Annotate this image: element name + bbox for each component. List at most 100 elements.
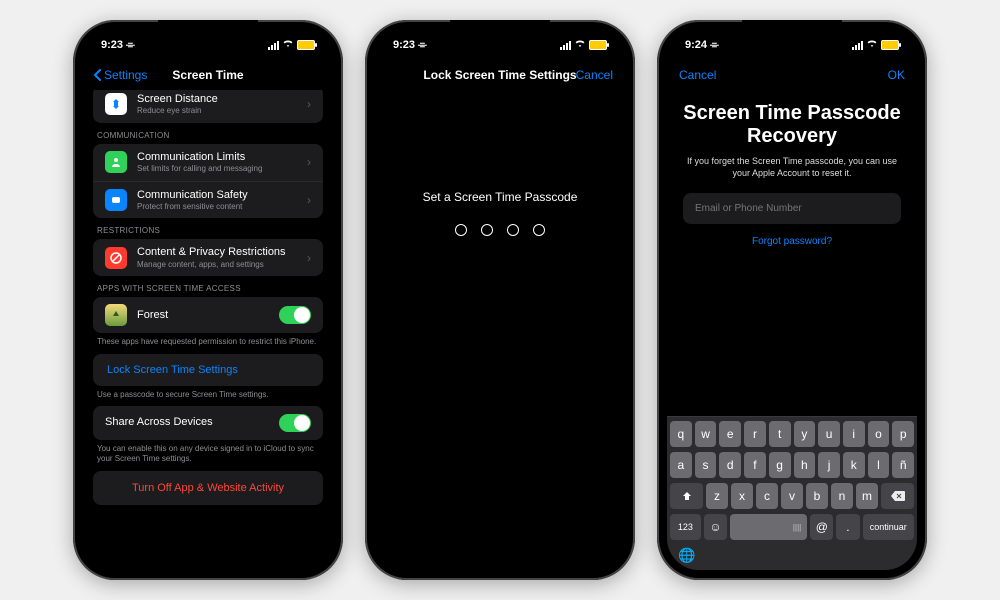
row-communication-safety[interactable]: Communication Safety Protect from sensit… xyxy=(93,182,323,219)
passcode-dot xyxy=(533,224,545,236)
toggle-forest[interactable] xyxy=(279,306,311,324)
footer-lock: Use a passcode to secure Screen Time set… xyxy=(83,386,333,406)
key-d[interactable]: d xyxy=(719,452,741,478)
key-b[interactable]: b xyxy=(806,483,828,509)
notch xyxy=(158,20,258,42)
globe-icon[interactable]: 🌐 xyxy=(678,547,695,564)
backspace-key[interactable] xyxy=(881,483,914,509)
key-a[interactable]: a xyxy=(670,452,692,478)
numbers-key[interactable]: 123 xyxy=(670,514,701,540)
at-key[interactable]: @ xyxy=(810,514,833,540)
passcode-dots xyxy=(455,224,545,236)
notch xyxy=(450,20,550,42)
phone-mockup-3: 9:24 ⌯ Cancel OK Screen Time Passcode Re… xyxy=(657,20,927,580)
key-r[interactable]: r xyxy=(744,421,766,447)
keyboard-row-4: 123 ☺ |||| @ . continuar xyxy=(670,514,914,540)
signal-icon xyxy=(852,41,863,50)
passcode-prompt: Set a Screen Time Passcode xyxy=(423,190,578,204)
section-header-apps-access: APPS WITH SCREEN TIME ACCESS xyxy=(83,276,333,297)
key-h[interactable]: h xyxy=(794,452,816,478)
key-f[interactable]: f xyxy=(744,452,766,478)
key-j[interactable]: j xyxy=(818,452,840,478)
footer-share: You can enable this on any device signed… xyxy=(83,440,333,471)
key-p[interactable]: p xyxy=(892,421,914,447)
wifi-icon xyxy=(282,39,294,51)
key-l[interactable]: l xyxy=(868,452,890,478)
row-content-privacy[interactable]: Content & Privacy Restrictions Manage co… xyxy=(93,239,323,276)
screen-recovery: 9:24 ⌯ Cancel OK Screen Time Passcode Re… xyxy=(667,30,917,570)
key-k[interactable]: k xyxy=(843,452,865,478)
recovery-heading: Screen Time Passcode Recovery xyxy=(683,102,901,148)
chevron-right-icon: › xyxy=(307,193,311,207)
key-i[interactable]: i xyxy=(843,421,865,447)
page-title: Lock Screen Time Settings xyxy=(423,68,576,82)
keyboard-row-1: qwertyuiop xyxy=(670,421,914,447)
status-time: 9:24 xyxy=(685,39,707,51)
row-share-across-devices[interactable]: Share Across Devices xyxy=(93,406,323,440)
key-v[interactable]: v xyxy=(781,483,803,509)
key-g[interactable]: g xyxy=(769,452,791,478)
footer-apps-access: These apps have requested permission to … xyxy=(83,333,333,353)
passcode-dot xyxy=(455,224,467,236)
ok-button[interactable]: OK xyxy=(888,68,905,82)
key-t[interactable]: t xyxy=(769,421,791,447)
emoji-key[interactable]: ☺ xyxy=(704,514,727,540)
return-key[interactable]: continuar xyxy=(863,514,914,540)
notch xyxy=(742,20,842,42)
key-x[interactable]: x xyxy=(731,483,753,509)
signal-icon xyxy=(268,41,279,50)
key-o[interactable]: o xyxy=(868,421,890,447)
alarm-icon: ⌯ xyxy=(710,39,719,52)
row-communication-limits[interactable]: Communication Limits Set limits for call… xyxy=(93,144,323,182)
screen-settings: 9:23 ⌯ Settings Screen Time xyxy=(83,30,333,570)
passcode-area: Set a Screen Time Passcode xyxy=(375,90,625,570)
phone-mockup-1: 9:23 ⌯ Settings Screen Time xyxy=(73,20,343,580)
screen-passcode: 9:23 ⌯ Lock Screen Time Settings Cancel … xyxy=(375,30,625,570)
status-time: 9:23 xyxy=(101,39,123,51)
settings-content[interactable]: Screen Distance Reduce eye strain › COMM… xyxy=(83,90,333,570)
key-n[interactable]: n xyxy=(831,483,853,509)
toggle-share[interactable] xyxy=(279,414,311,432)
back-button[interactable]: Settings xyxy=(93,68,147,82)
keyboard: qwertyuiop asdfghjklñ zxcvbnm 123 ☺ ||||… xyxy=(667,416,917,570)
row-screen-distance[interactable]: Screen Distance Reduce eye strain › xyxy=(93,90,323,123)
period-key[interactable]: . xyxy=(836,514,859,540)
section-header-restrictions: RESTRICTIONS xyxy=(83,218,333,239)
battery-icon xyxy=(881,40,899,50)
nav-bar: Cancel OK xyxy=(667,60,917,90)
key-s[interactable]: s xyxy=(695,452,717,478)
battery-icon xyxy=(297,40,315,50)
turn-off-activity-button[interactable]: Turn Off App & Website Activity xyxy=(93,471,323,505)
phone-mockup-2: 9:23 ⌯ Lock Screen Time Settings Cancel … xyxy=(365,20,635,580)
key-e[interactable]: e xyxy=(719,421,741,447)
key-m[interactable]: m xyxy=(856,483,878,509)
section-header-communication: COMMUNICATION xyxy=(83,123,333,144)
key-c[interactable]: c xyxy=(756,483,778,509)
distance-icon xyxy=(105,93,127,115)
key-w[interactable]: w xyxy=(695,421,717,447)
shift-key[interactable] xyxy=(670,483,703,509)
page-title: Screen Time xyxy=(172,68,243,82)
signal-icon xyxy=(560,41,571,50)
cancel-button[interactable]: Cancel xyxy=(679,68,716,82)
lock-settings-button[interactable]: Lock Screen Time Settings xyxy=(93,354,323,386)
key-u[interactable]: u xyxy=(818,421,840,447)
key-ñ[interactable]: ñ xyxy=(892,452,914,478)
email-input[interactable] xyxy=(683,193,901,224)
key-z[interactable]: z xyxy=(706,483,728,509)
key-y[interactable]: y xyxy=(794,421,816,447)
forgot-password-link[interactable]: Forgot password? xyxy=(752,236,832,247)
cancel-button[interactable]: Cancel xyxy=(576,68,613,82)
alarm-icon: ⌯ xyxy=(126,39,135,52)
nav-bar: Lock Screen Time Settings Cancel xyxy=(375,60,625,90)
chevron-right-icon: › xyxy=(307,155,311,169)
battery-icon xyxy=(589,40,607,50)
key-q[interactable]: q xyxy=(670,421,692,447)
safety-icon xyxy=(105,189,127,211)
recovery-subtitle: If you forget the Screen Time passcode, … xyxy=(683,156,901,179)
limits-icon xyxy=(105,151,127,173)
passcode-dot xyxy=(481,224,493,236)
passcode-dot xyxy=(507,224,519,236)
row-app-forest[interactable]: Forest xyxy=(93,297,323,333)
space-key[interactable]: |||| xyxy=(730,514,807,540)
